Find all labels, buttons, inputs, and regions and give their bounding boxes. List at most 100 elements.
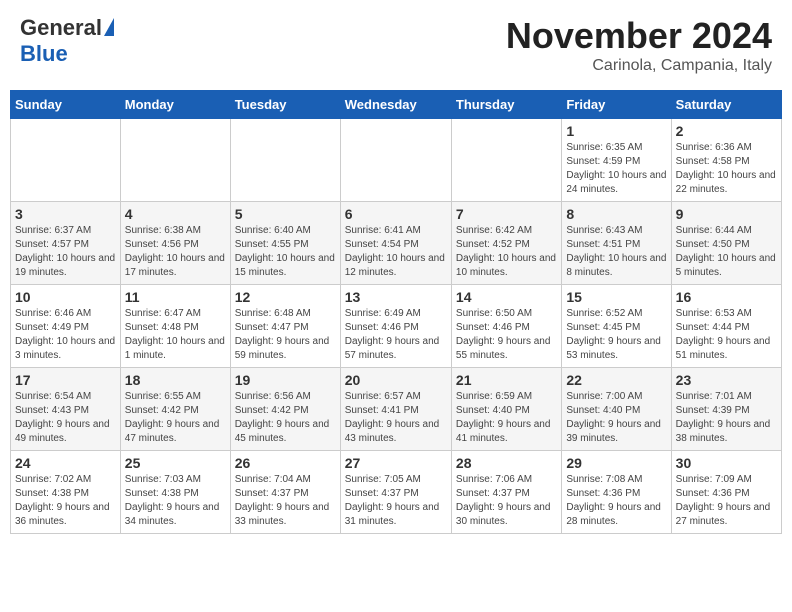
calendar-cell: 22 Sunrise: 7:00 AM Sunset: 4:40 PM Dayli…	[562, 368, 671, 451]
day-info: Sunrise: 6:49 AM Sunset: 4:46 PM Dayligh…	[345, 307, 447, 363]
day-info: Sunrise: 7:01 AM Sunset: 4:39 PM Dayligh…	[676, 390, 777, 446]
day-number: 25	[125, 455, 226, 471]
day-info: Sunrise: 6:35 AM Sunset: 4:59 PM Dayligh…	[566, 141, 666, 197]
calendar-cell: 18 Sunrise: 6:55 AM Sunset: 4:42 PM Dayli…	[120, 368, 230, 451]
calendar-cell: 9Sunrise: 6:44 AM Sunset: 4:50 PM Daylig…	[671, 202, 781, 285]
calendar-cell: 25 Sunrise: 7:03 AM Sunset: 4:38 PM Dayli…	[120, 451, 230, 534]
calendar-cell: 3 Sunrise: 6:37 AM Sunset: 4:57 PM Daylig…	[11, 202, 121, 285]
month-title-block: November 2024 Carinola, Campania, Italy	[506, 15, 772, 75]
day-number: 22	[566, 372, 666, 388]
logo: General Blue	[20, 15, 114, 67]
logo-blue-text: Blue	[20, 41, 68, 67]
day-info: Sunrise: 7:05 AM Sunset: 4:37 PM Dayligh…	[345, 473, 447, 529]
calendar-week-4: 17Sunrise: 6:54 AM Sunset: 4:43 PM Dayli…	[11, 368, 782, 451]
calendar-week-1: 1Sunrise: 6:35 AM Sunset: 4:59 PM Daylig…	[11, 119, 782, 202]
day-info: Sunrise: 6:59 AM Sunset: 4:40 PM Dayligh…	[456, 390, 557, 446]
day-number: 29	[566, 455, 666, 471]
day-number: 11	[125, 289, 226, 305]
calendar-cell: 30 Sunrise: 7:09 AM Sunset: 4:36 PM Dayli…	[671, 451, 781, 534]
calendar-cell: 12 Sunrise: 6:48 AM Sunset: 4:47 PM Dayli…	[230, 285, 340, 368]
calendar-cell: 16 Sunrise: 6:53 AM Sunset: 4:44 PM Dayli…	[671, 285, 781, 368]
day-info: Sunrise: 6:40 AM Sunset: 4:55 PM Dayligh…	[235, 224, 336, 280]
calendar-cell	[451, 119, 561, 202]
day-info: Sunrise: 7:09 AM Sunset: 4:36 PM Dayligh…	[676, 473, 777, 529]
calendar-cell: 28Sunrise: 7:06 AM Sunset: 4:37 PM Dayli…	[451, 451, 561, 534]
day-number: 4	[125, 206, 226, 222]
day-number: 10	[15, 289, 116, 305]
calendar-cell: 8 Sunrise: 6:43 AM Sunset: 4:51 PM Daylig…	[562, 202, 671, 285]
day-number: 24	[15, 455, 116, 471]
day-header-friday: Friday	[562, 91, 671, 119]
calendar-cell: 20 Sunrise: 6:57 AM Sunset: 4:41 PM Dayli…	[340, 368, 451, 451]
calendar-cell: 10Sunrise: 6:46 AM Sunset: 4:49 PM Dayli…	[11, 285, 121, 368]
day-number: 14	[456, 289, 557, 305]
day-number: 13	[345, 289, 447, 305]
day-info: Sunrise: 6:47 AM Sunset: 4:48 PM Dayligh…	[125, 307, 226, 363]
day-info: Sunrise: 6:41 AM Sunset: 4:54 PM Dayligh…	[345, 224, 447, 280]
day-number: 19	[235, 372, 336, 388]
day-number: 21	[456, 372, 557, 388]
day-info: Sunrise: 6:53 AM Sunset: 4:44 PM Dayligh…	[676, 307, 777, 363]
day-number: 18	[125, 372, 226, 388]
day-number: 3	[15, 206, 116, 222]
calendar-table: SundayMondayTuesdayWednesdayThursdayFrid…	[10, 90, 782, 534]
day-info: Sunrise: 6:50 AM Sunset: 4:46 PM Dayligh…	[456, 307, 557, 363]
day-number: 30	[676, 455, 777, 471]
day-info: Sunrise: 6:54 AM Sunset: 4:43 PM Dayligh…	[15, 390, 116, 446]
day-number: 27	[345, 455, 447, 471]
day-info: Sunrise: 6:52 AM Sunset: 4:45 PM Dayligh…	[566, 307, 666, 363]
day-number: 8	[566, 206, 666, 222]
location-heading: Carinola, Campania, Italy	[506, 57, 772, 75]
calendar-header-row: SundayMondayTuesdayWednesdayThursdayFrid…	[11, 91, 782, 119]
calendar-cell: 27 Sunrise: 7:05 AM Sunset: 4:37 PM Dayli…	[340, 451, 451, 534]
calendar-cell: 29 Sunrise: 7:08 AM Sunset: 4:36 PM Dayli…	[562, 451, 671, 534]
day-number: 15	[566, 289, 666, 305]
calendar-cell: 4Sunrise: 6:38 AM Sunset: 4:56 PM Daylig…	[120, 202, 230, 285]
calendar-cell: 24 Sunrise: 7:02 AM Sunset: 4:38 PM Dayli…	[11, 451, 121, 534]
day-number: 20	[345, 372, 447, 388]
day-header-monday: Monday	[120, 91, 230, 119]
day-number: 26	[235, 455, 336, 471]
day-info: Sunrise: 7:04 AM Sunset: 4:37 PM Dayligh…	[235, 473, 336, 529]
day-number: 12	[235, 289, 336, 305]
day-info: Sunrise: 6:42 AM Sunset: 4:52 PM Dayligh…	[456, 224, 557, 280]
calendar-cell: 11 Sunrise: 6:47 AM Sunset: 4:48 PM Dayli…	[120, 285, 230, 368]
calendar-cell	[340, 119, 451, 202]
day-header-wednesday: Wednesday	[340, 91, 451, 119]
day-info: Sunrise: 7:00 AM Sunset: 4:40 PM Dayligh…	[566, 390, 666, 446]
day-info: Sunrise: 7:02 AM Sunset: 4:38 PM Dayligh…	[15, 473, 116, 529]
logo-triangle-icon	[104, 18, 114, 36]
calendar-cell	[230, 119, 340, 202]
day-number: 23	[676, 372, 777, 388]
calendar-cell: 15 Sunrise: 6:52 AM Sunset: 4:45 PM Dayli…	[562, 285, 671, 368]
calendar-cell	[120, 119, 230, 202]
day-info: Sunrise: 7:08 AM Sunset: 4:36 PM Dayligh…	[566, 473, 666, 529]
calendar-cell: 7 Sunrise: 6:42 AM Sunset: 4:52 PM Daylig…	[451, 202, 561, 285]
day-info: Sunrise: 6:43 AM Sunset: 4:51 PM Dayligh…	[566, 224, 666, 280]
calendar-week-3: 10Sunrise: 6:46 AM Sunset: 4:49 PM Dayli…	[11, 285, 782, 368]
calendar-week-2: 3 Sunrise: 6:37 AM Sunset: 4:57 PM Daylig…	[11, 202, 782, 285]
calendar-cell: 13 Sunrise: 6:49 AM Sunset: 4:46 PM Dayli…	[340, 285, 451, 368]
calendar-cell: 2 Sunrise: 6:36 AM Sunset: 4:58 PM Daylig…	[671, 119, 781, 202]
day-header-saturday: Saturday	[671, 91, 781, 119]
day-info: Sunrise: 6:44 AM Sunset: 4:50 PM Dayligh…	[676, 224, 777, 280]
calendar-cell: 5Sunrise: 6:40 AM Sunset: 4:55 PM Daylig…	[230, 202, 340, 285]
day-info: Sunrise: 6:36 AM Sunset: 4:58 PM Dayligh…	[676, 141, 777, 197]
calendar-cell: 17Sunrise: 6:54 AM Sunset: 4:43 PM Dayli…	[11, 368, 121, 451]
day-info: Sunrise: 6:57 AM Sunset: 4:41 PM Dayligh…	[345, 390, 447, 446]
day-number: 6	[345, 206, 447, 222]
calendar-week-5: 24 Sunrise: 7:02 AM Sunset: 4:38 PM Dayli…	[11, 451, 782, 534]
day-info: Sunrise: 6:48 AM Sunset: 4:47 PM Dayligh…	[235, 307, 336, 363]
day-number: 2	[676, 123, 777, 139]
day-number: 16	[676, 289, 777, 305]
day-number: 7	[456, 206, 557, 222]
day-info: Sunrise: 7:03 AM Sunset: 4:38 PM Dayligh…	[125, 473, 226, 529]
calendar-cell: 1Sunrise: 6:35 AM Sunset: 4:59 PM Daylig…	[562, 119, 671, 202]
calendar-cell: 23 Sunrise: 7:01 AM Sunset: 4:39 PM Dayli…	[671, 368, 781, 451]
calendar-cell: 26 Sunrise: 7:04 AM Sunset: 4:37 PM Dayli…	[230, 451, 340, 534]
logo-general-text: General	[20, 15, 102, 41]
page-header: General Blue November 2024 Carinola, Cam…	[10, 10, 782, 80]
day-info: Sunrise: 6:55 AM Sunset: 4:42 PM Dayligh…	[125, 390, 226, 446]
calendar-cell	[11, 119, 121, 202]
day-info: Sunrise: 6:37 AM Sunset: 4:57 PM Dayligh…	[15, 224, 116, 280]
